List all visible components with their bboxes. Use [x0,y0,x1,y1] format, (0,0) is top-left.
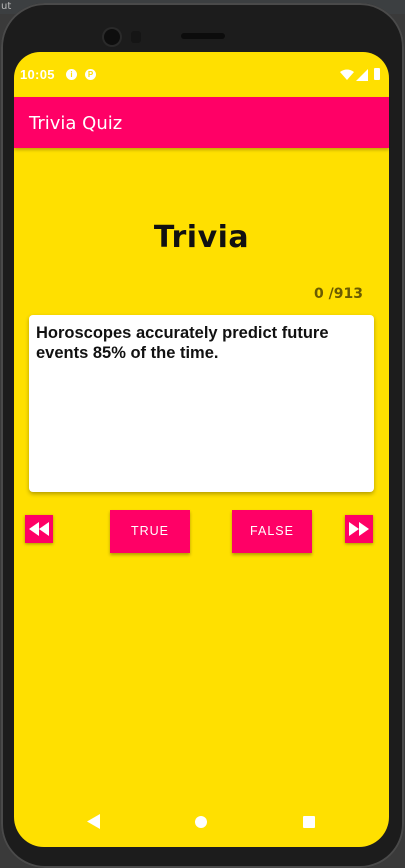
app-screen: 10:05 i P Trivia Quiz Trivia 0 /913 Horo… [14,52,389,847]
home-circle-icon[interactable] [195,816,207,828]
rewind-icon [29,522,49,536]
app-title: Trivia Quiz [29,113,123,134]
previous-question-button[interactable] [25,515,53,543]
back-triangle-icon[interactable] [87,814,100,829]
notification-app-icon: P [85,69,96,80]
camera-icon [104,29,120,45]
battery-icon [374,68,380,80]
sensor-icon [131,31,141,43]
ide-partial-text: ut [1,1,12,12]
signal-icon [356,69,368,81]
question-counter: 0 /913 [314,286,363,302]
status-time: 10:05 [20,67,55,82]
notification-info-icon: i [66,69,77,80]
question-card: Horoscopes accurately predict future eve… [29,315,374,492]
quiz-heading: Trivia [153,220,250,255]
fast-forward-icon [349,522,369,536]
true-button[interactable]: TRUE [110,510,190,553]
speaker-grille [181,33,225,39]
app-bar: Trivia Quiz [14,97,389,148]
system-navigation-bar [14,800,389,845]
recent-square-icon[interactable] [303,816,315,828]
status-bar: 10:05 i P [14,52,389,97]
false-button[interactable]: FALSE [232,510,312,553]
next-question-button[interactable] [345,515,373,543]
question-text: Horoscopes accurately predict future eve… [36,324,329,362]
wifi-icon [340,69,354,80]
